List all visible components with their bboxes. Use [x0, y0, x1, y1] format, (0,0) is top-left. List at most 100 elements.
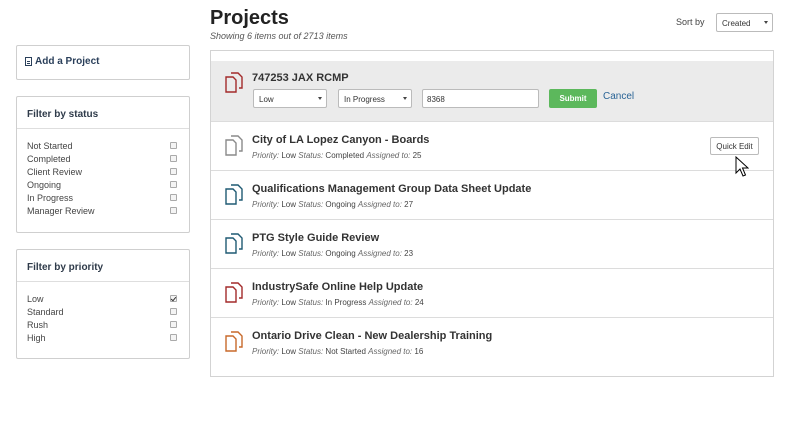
priority-label: Priority:	[252, 347, 280, 356]
filter-checkbox[interactable]	[170, 308, 177, 315]
filter-option[interactable]: Ongoing	[27, 178, 177, 191]
chevron-down-icon	[318, 97, 322, 100]
priority-value: Low	[281, 200, 297, 209]
priority-label: Priority:	[252, 151, 280, 160]
assigned-value: 24	[414, 298, 424, 307]
assigned-value: 23	[404, 249, 414, 258]
status-label: Status:	[298, 151, 324, 160]
priority-filter-list: Low Standard Rush High	[27, 292, 177, 344]
filter-checkbox[interactable]	[170, 334, 177, 341]
assigned-label: Assigned to:	[366, 151, 411, 160]
project-meta: Priority: Low Status: Ongoing Assigned t…	[252, 200, 413, 209]
filter-option-label: Standard	[27, 306, 64, 317]
filter-option-label: Rush	[27, 319, 49, 330]
assigned-label: Assigned to:	[368, 298, 413, 307]
add-project-panel: Add a Project	[16, 45, 190, 80]
filter-option-label: In Progress	[27, 192, 74, 203]
priority-value: Low	[281, 298, 297, 307]
project-meta: Priority: Low Status: Ongoing Assigned t…	[252, 249, 413, 258]
assigned-input[interactable]: 8368	[422, 89, 539, 108]
documents-icon	[225, 184, 243, 205]
project-meta: Priority: Low Status: Not Started Assign…	[252, 347, 423, 356]
project-name[interactable]: IndustrySafe Online Help Update	[252, 281, 423, 293]
priority-select[interactable]: Low	[253, 89, 327, 108]
project-row[interactable]: City of LA Lopez Canyon - Boards Priority…	[211, 122, 773, 171]
status-value: Ongoing	[325, 200, 356, 209]
filter-option[interactable]: Manager Review	[27, 204, 177, 217]
filter-checkbox[interactable]	[170, 207, 177, 214]
project-edit-row: 747253 JAX RCMP Low In Progress 8368 Sub…	[211, 61, 773, 122]
priority-value: Low	[281, 249, 297, 258]
project-meta: Priority: Low Status: Completed Assigned…	[252, 151, 422, 160]
status-select[interactable]: In Progress	[338, 89, 412, 108]
documents-icon	[225, 135, 243, 156]
project-row[interactable]: PTG Style Guide Review Priority: Low Stat…	[211, 220, 773, 269]
filter-option[interactable]: Standard	[27, 305, 177, 318]
priority-label: Priority:	[252, 200, 280, 209]
documents-icon	[225, 72, 243, 93]
filter-option[interactable]: Low	[27, 292, 177, 305]
assigned-label: Assigned to:	[357, 249, 402, 258]
status-label: Status:	[298, 249, 324, 258]
priority-label: Priority:	[252, 298, 280, 307]
documents-icon	[225, 282, 243, 303]
assigned-label: Assigned to:	[368, 347, 413, 356]
project-meta: Priority: Low Status: In Progress Assign…	[252, 298, 424, 307]
priority-filter-title: Filter by priority	[27, 262, 104, 273]
chevron-down-icon	[403, 97, 407, 100]
filter-option-label: Not Started	[27, 140, 73, 151]
add-project-link[interactable]: Add a Project	[25, 56, 99, 67]
filter-option[interactable]: Rush	[27, 318, 177, 331]
project-row[interactable]: Qualifications Management Group Data She…	[211, 171, 773, 220]
status-value: Ongoing	[325, 249, 356, 258]
status-filter-panel: Filter by status Not Started Completed Cli…	[16, 96, 190, 233]
filter-checkbox[interactable]	[170, 155, 177, 162]
documents-icon	[225, 233, 243, 254]
page-title: Projects	[210, 7, 289, 29]
project-list: 747253 JAX RCMP Low In Progress 8368 Sub…	[210, 50, 774, 377]
filter-option[interactable]: Completed	[27, 152, 177, 165]
status-label: Status:	[298, 347, 324, 356]
chevron-down-icon	[764, 21, 768, 24]
filter-option[interactable]: High	[27, 331, 177, 344]
sort-select[interactable]: Created	[716, 13, 773, 32]
filter-option[interactable]: Not Started	[27, 139, 177, 152]
filter-option-label: Ongoing	[27, 179, 62, 190]
status-filter-list: Not Started Completed Client Review Ongoing…	[27, 139, 177, 217]
filter-checkbox[interactable]	[170, 181, 177, 188]
filter-checkbox[interactable]	[170, 321, 177, 328]
submit-button[interactable]: Submit	[549, 89, 597, 108]
divider	[17, 281, 189, 282]
status-filter-title: Filter by status	[27, 109, 99, 120]
filter-option-label: Low	[27, 293, 44, 304]
assigned-value: 16	[414, 347, 424, 356]
priority-select-value: Low	[259, 95, 274, 104]
project-name[interactable]: PTG Style Guide Review	[252, 232, 379, 244]
cancel-link[interactable]: Cancel	[603, 91, 634, 102]
divider	[17, 128, 189, 129]
project-name[interactable]: City of LA Lopez Canyon - Boards	[252, 134, 429, 146]
filter-option[interactable]: Client Review	[27, 165, 177, 178]
filter-option-label: Completed	[27, 153, 71, 164]
status-label: Status:	[298, 298, 324, 307]
status-value: Completed	[325, 151, 365, 160]
project-row[interactable]: IndustrySafe Online Help Update Priority:…	[211, 269, 773, 318]
project-row[interactable]: Ontario Drive Clean - New Dealership Tra…	[211, 318, 773, 367]
project-name[interactable]: Qualifications Management Group Data She…	[252, 183, 531, 195]
filter-checkbox[interactable]	[170, 295, 177, 302]
filter-checkbox[interactable]	[170, 194, 177, 201]
status-value: In Progress	[325, 298, 367, 307]
project-name[interactable]: Ontario Drive Clean - New Dealership Tra…	[252, 330, 492, 342]
documents-icon	[225, 331, 243, 352]
filter-option[interactable]: In Progress	[27, 191, 177, 204]
priority-value: Low	[281, 151, 297, 160]
quick-edit-button[interactable]: Quick Edit	[710, 137, 759, 155]
status-label: Status:	[298, 200, 324, 209]
priority-value: Low	[281, 347, 297, 356]
priority-label: Priority:	[252, 249, 280, 258]
filter-checkbox[interactable]	[170, 142, 177, 149]
assigned-value: 25	[412, 151, 422, 160]
status-value: Not Started	[325, 347, 366, 356]
filter-checkbox[interactable]	[170, 168, 177, 175]
assigned-label: Assigned to:	[357, 200, 402, 209]
